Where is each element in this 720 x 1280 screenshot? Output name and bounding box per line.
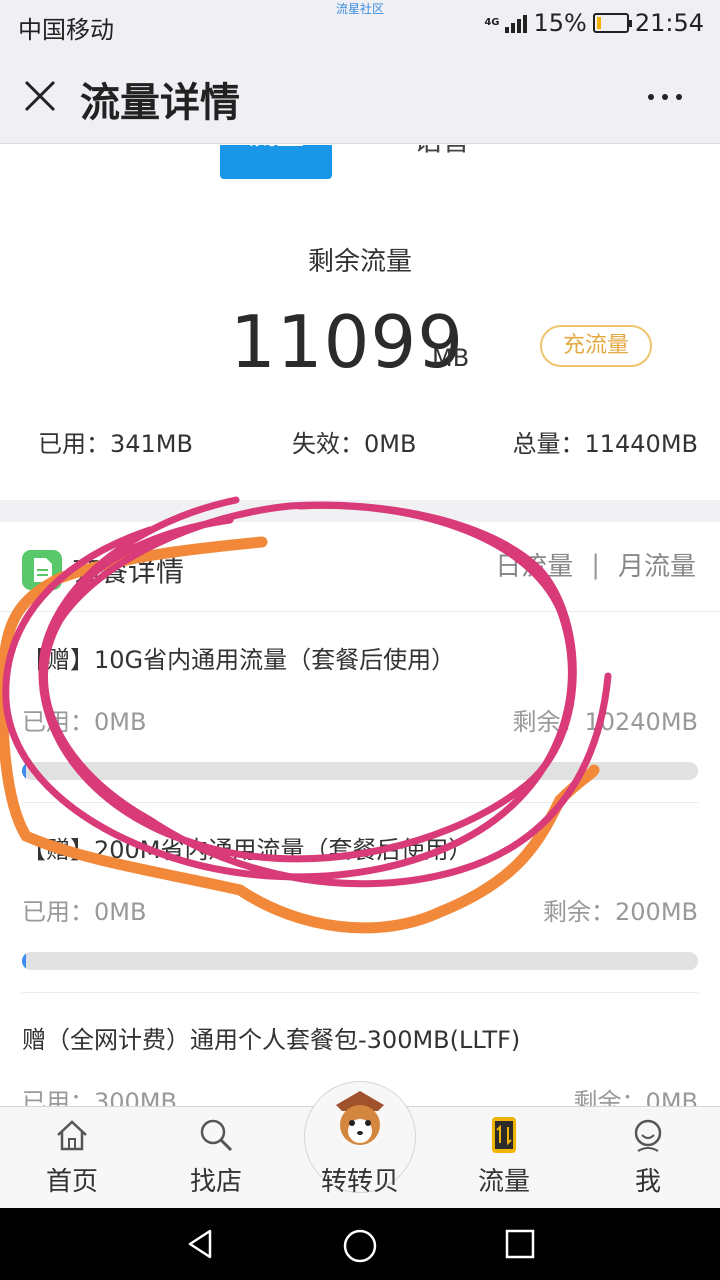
detail-title: 套餐详情 bbox=[72, 555, 185, 588]
signal-icon bbox=[505, 13, 528, 33]
package-detail-header: 套餐详情 日流量 | 月流量 bbox=[0, 522, 720, 612]
mascot-icon bbox=[336, 1091, 384, 1145]
search-icon bbox=[200, 1119, 233, 1152]
traffic-icon bbox=[492, 1117, 516, 1153]
tab-label: 首页 bbox=[45, 1167, 98, 1197]
status-bar: 中国移动 流星社区 4G 15% 21:54 bbox=[0, 0, 720, 50]
tab-daily[interactable]: 日流量 bbox=[495, 546, 573, 583]
package-used: 已用：0MB bbox=[22, 708, 147, 736]
status-indicators: 4G 15% 21:54 bbox=[484, 9, 704, 37]
system-nav-bar bbox=[0, 1208, 720, 1280]
bottom-tab-bar: 首页 找店 转转贝 流量 我 bbox=[0, 1081, 720, 1209]
document-icon bbox=[22, 550, 62, 590]
tab-monthly[interactable]: 月流量 bbox=[618, 546, 696, 583]
stat-total: 总量：11440MB bbox=[512, 430, 698, 458]
package-used: 已用：0MB bbox=[22, 898, 147, 926]
more-icon[interactable] bbox=[648, 94, 682, 100]
tab-separator: | bbox=[591, 549, 600, 580]
close-icon[interactable] bbox=[22, 78, 58, 114]
package-divider bbox=[22, 802, 698, 803]
tab-label: 找店 bbox=[189, 1167, 242, 1197]
package-item: 【赠】200M省内通用流量（套餐后使用） bbox=[22, 830, 698, 865]
package-name: 赠（全网计费）通用个人套餐包-300MB(LLTF) bbox=[22, 1026, 521, 1054]
package-item: 赠（全网计费）通用个人套餐包-300MB(LLTF) bbox=[22, 1020, 698, 1055]
period-tabs: 日流量 | 月流量 bbox=[495, 546, 696, 583]
profile-icon bbox=[634, 1119, 662, 1152]
usage-tabs: 流量 话音 bbox=[0, 145, 720, 185]
tab-home[interactable]: 首页 bbox=[12, 1107, 132, 1209]
tab-voice[interactable]: 话音 bbox=[414, 145, 470, 159]
section-divider bbox=[0, 500, 720, 522]
recents-icon[interactable] bbox=[504, 1228, 536, 1260]
package-name: 【赠】10G省内通用流量（套餐后使用） bbox=[22, 646, 456, 674]
package-item: 【赠】10G省内通用流量（套餐后使用） bbox=[22, 640, 698, 675]
nav-bar: 流量详情 bbox=[0, 50, 720, 144]
tab-zhuanzhuanbei[interactable]: 转转贝 bbox=[300, 1091, 420, 1209]
remaining-value: 11099 bbox=[230, 300, 465, 384]
tab-me[interactable]: 我 bbox=[588, 1107, 708, 1209]
recharge-button[interactable]: 充流量 bbox=[540, 325, 652, 367]
back-icon[interactable] bbox=[184, 1228, 216, 1260]
remaining-label: 剩余流量 bbox=[307, 247, 412, 277]
usage-stats: 已用：341MB 失效：0MB 总量：11440MB bbox=[0, 424, 720, 458]
clock: 21:54 bbox=[634, 9, 704, 37]
page-title: 流量详情 bbox=[80, 80, 240, 126]
tab-label: 我 bbox=[634, 1167, 661, 1197]
package-remain: 剩余：200MB bbox=[543, 898, 698, 926]
remaining-unit: MB bbox=[432, 344, 470, 372]
tab-traffic[interactable]: 流量 bbox=[220, 145, 332, 179]
tab-find-store[interactable]: 找店 bbox=[156, 1107, 276, 1209]
package-name: 【赠】200M省内通用流量（套餐后使用） bbox=[22, 836, 473, 864]
home-circle-icon[interactable] bbox=[342, 1228, 378, 1264]
stat-used: 已用：341MB bbox=[38, 430, 193, 458]
battery-percent: 15% bbox=[533, 9, 587, 37]
home-icon bbox=[57, 1120, 87, 1151]
battery-icon bbox=[592, 13, 632, 33]
network-type: 4G bbox=[484, 17, 500, 28]
package-remain: 剩余：10240MB bbox=[512, 708, 698, 736]
package-divider bbox=[22, 992, 698, 993]
tab-traffic-nav[interactable]: 流量 bbox=[444, 1107, 564, 1209]
tab-label: 流量 bbox=[477, 1167, 530, 1197]
stat-invalid: 失效：0MB bbox=[292, 430, 417, 458]
tab-label: 转转贝 bbox=[320, 1167, 399, 1197]
